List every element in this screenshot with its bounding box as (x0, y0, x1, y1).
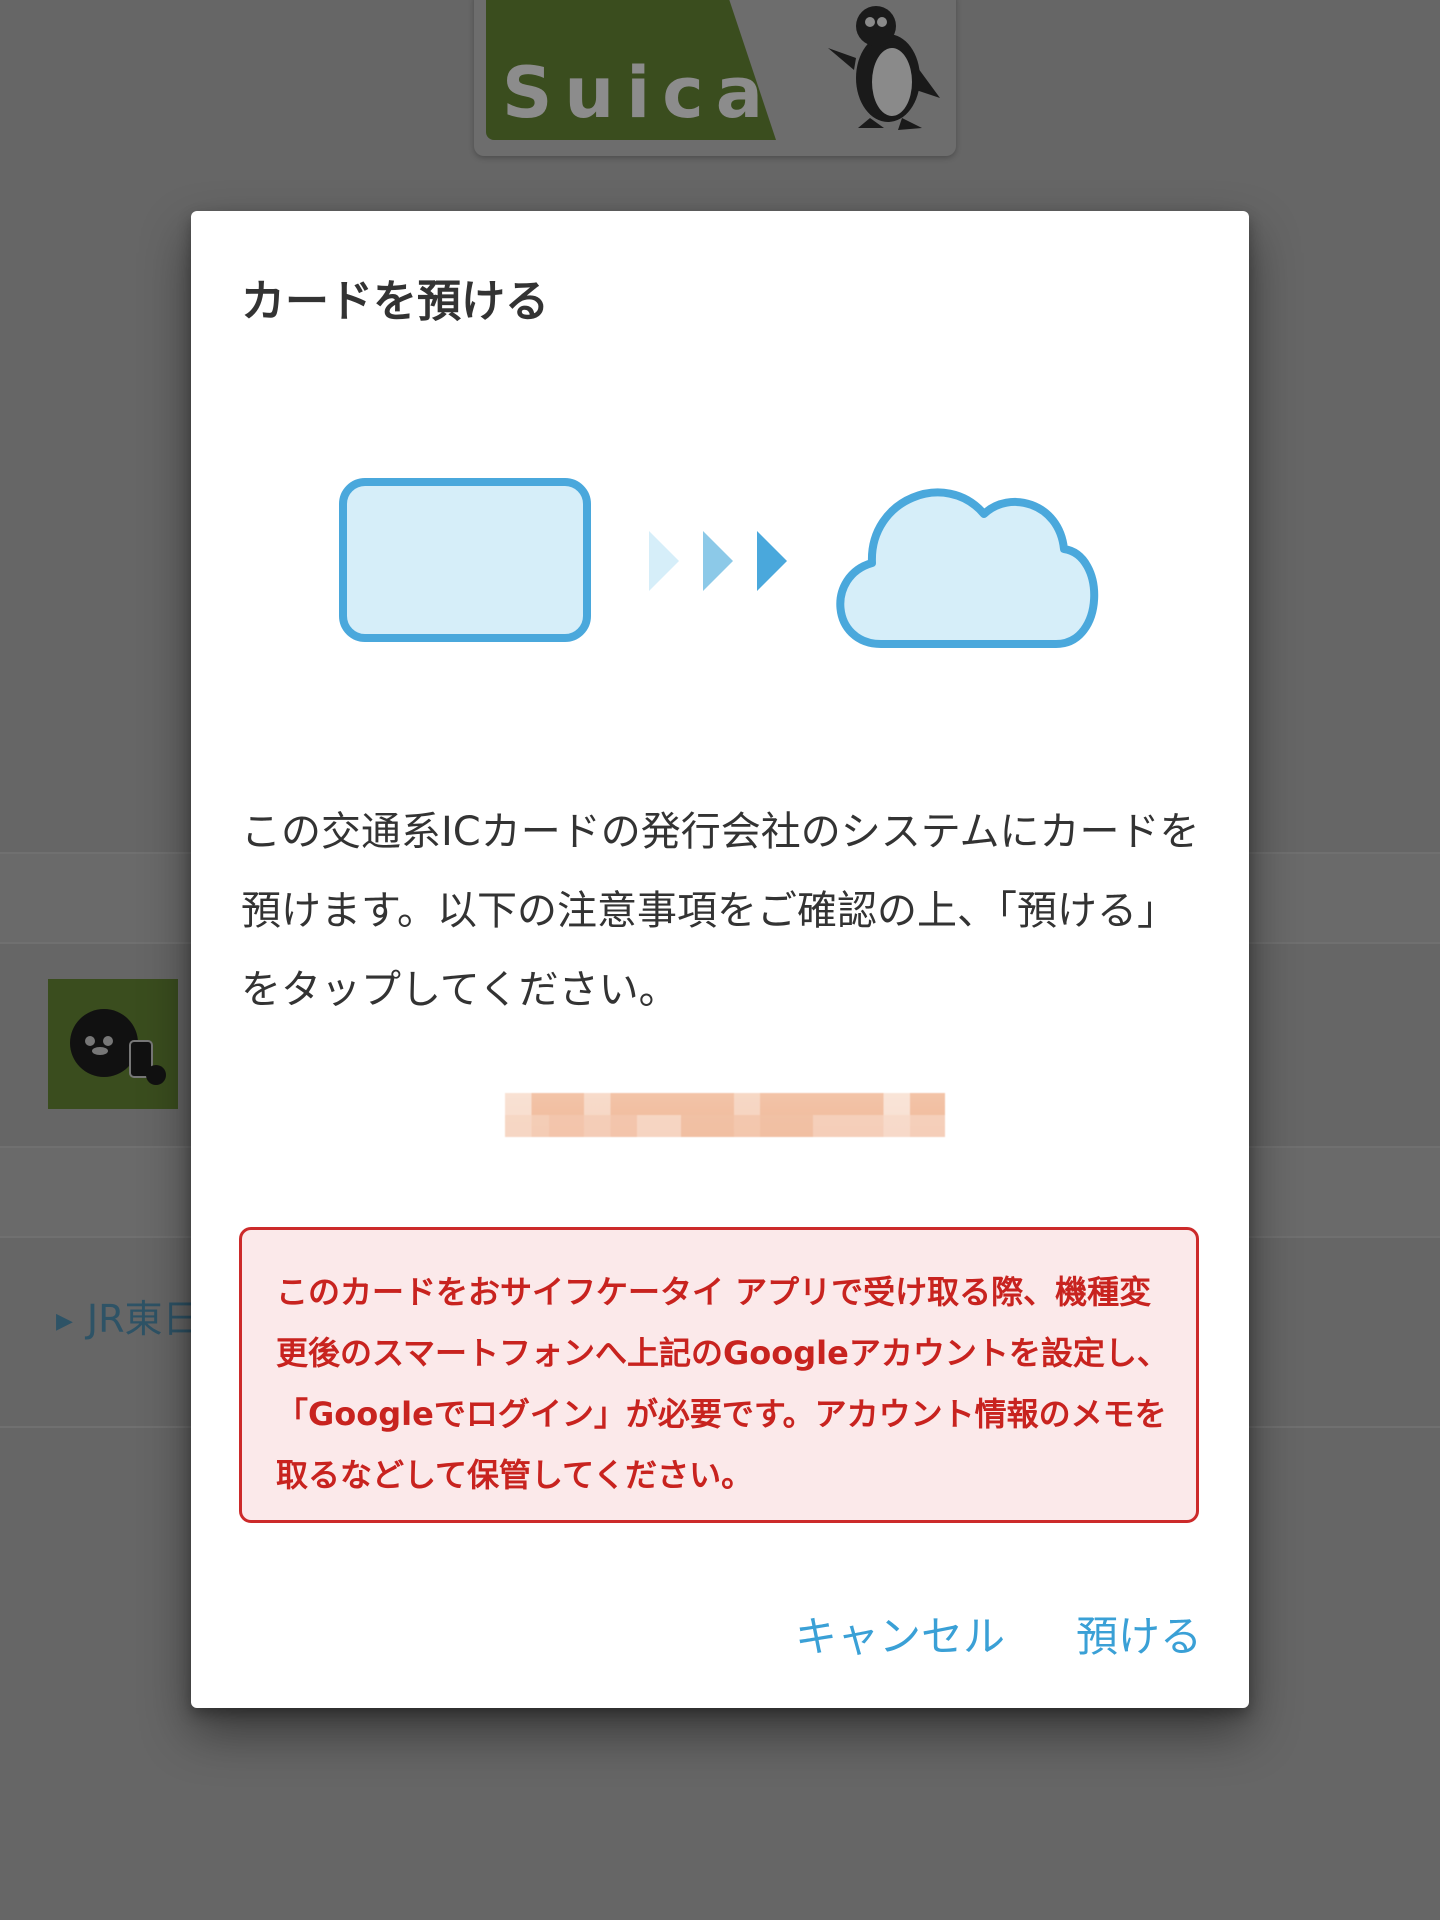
warning-text: このカードをおサイフケータイ アプリで受け取る際、機種変更後のスマートフォンへ上… (276, 1273, 1169, 1494)
cloud-icon (836, 488, 1099, 648)
suica-app-tile (48, 979, 178, 1109)
dialog-message: この交通系ICカードの発行会社のシステムにカードを預けます。以下の注意事項をご確… (241, 809, 1200, 1013)
triangle-right-icon: ▶ (56, 1309, 73, 1334)
card-icon (339, 478, 591, 642)
dialog-title: カードを預ける (241, 276, 549, 327)
cancel-button[interactable]: キャンセル (795, 1603, 1005, 1664)
background-link: ▶ JR東日 (56, 1288, 201, 1343)
deposit-card-dialog: カードを預ける この交通系ICカードの発行会社のシステムにカードを預けます。以下… (191, 211, 1249, 1708)
deposit-button[interactable]: 預ける (1076, 1603, 1202, 1664)
suica-logo: Suica (502, 52, 775, 134)
penguin-phone-icon (70, 1009, 166, 1085)
warning-notice: このカードをおサイフケータイ アプリで受け取る際、機種変更後のスマートフォンへ上… (239, 1227, 1199, 1523)
penguin-icon (828, 6, 940, 130)
suica-card-image: Suica (474, 0, 956, 156)
card-to-cloud-illustration (339, 478, 1099, 648)
arrows-icon (649, 531, 787, 591)
masked-google-account (505, 1093, 945, 1137)
background-link-label: JR東日 (86, 1297, 201, 1341)
